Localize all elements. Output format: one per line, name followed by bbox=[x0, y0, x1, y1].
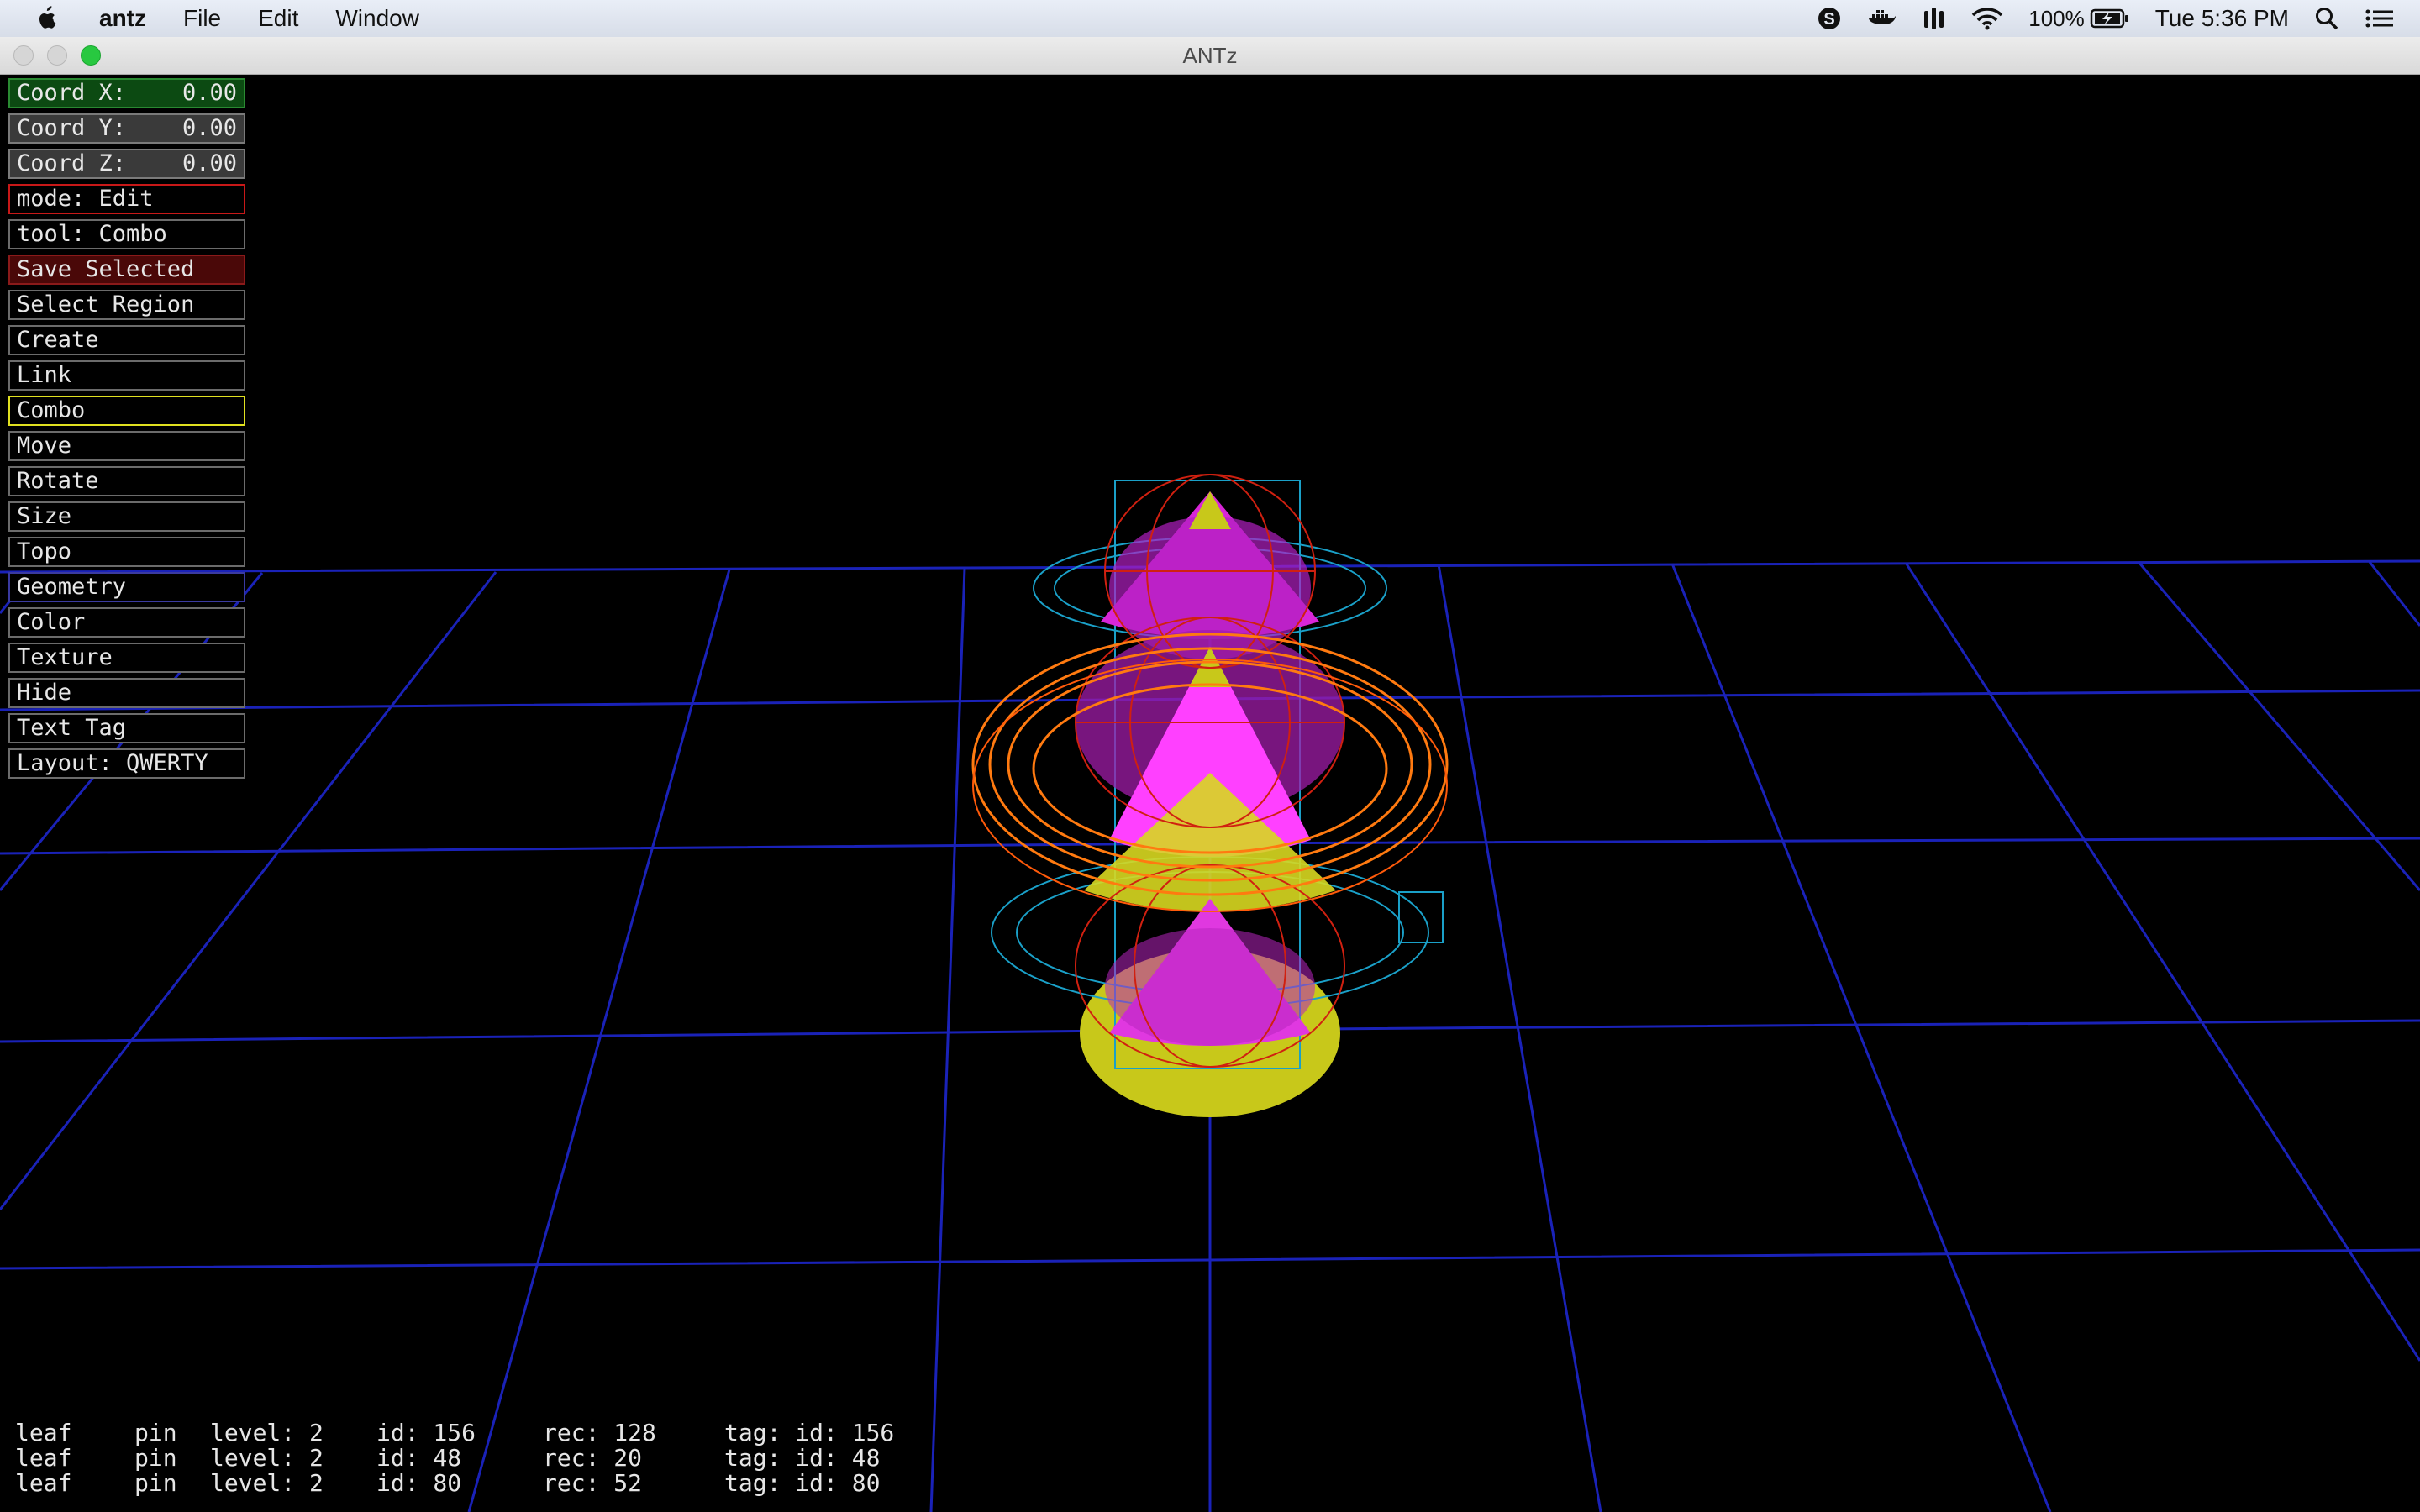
status-row: leaf pin level: 2 id: 48 rec: 20 tag: id… bbox=[15, 1444, 1023, 1472]
status-tag: tag: id: 80 bbox=[724, 1469, 881, 1497]
status-kind: pin bbox=[134, 1444, 177, 1472]
app-menu[interactable]: antz bbox=[99, 5, 146, 32]
color-button[interactable]: Color bbox=[8, 607, 245, 638]
scene-canvas[interactable] bbox=[0, 75, 2420, 1512]
hide-button[interactable]: Hide bbox=[8, 678, 245, 708]
status-row: leaf pin level: 2 id: 156 rec: 128 tag: … bbox=[15, 1419, 1023, 1446]
layout-button[interactable]: Layout: QWERTY bbox=[8, 748, 245, 779]
glyph-cluster[interactable] bbox=[971, 474, 1449, 1117]
clock[interactable]: Tue 5:36 PM bbox=[2155, 5, 2289, 32]
save-selected-button[interactable]: Save Selected bbox=[8, 255, 245, 285]
menu-window[interactable]: Window bbox=[335, 5, 419, 32]
move-button[interactable]: Move bbox=[8, 431, 245, 461]
window-titlebar: ANTz bbox=[0, 37, 2420, 75]
menu-bar: antz File Edit Window S 100% Tue 5:36 PM bbox=[0, 0, 2420, 38]
coord-y-label: Coord Y: bbox=[17, 115, 127, 141]
coord-x-value: 0.00 bbox=[182, 80, 237, 106]
mode-button[interactable]: mode: Edit bbox=[8, 184, 245, 214]
spotlight-icon[interactable] bbox=[2314, 6, 2339, 31]
status-kind: pin bbox=[134, 1419, 177, 1446]
notification-center-icon[interactable] bbox=[2365, 6, 2395, 31]
status-tag: tag: id: 48 bbox=[724, 1444, 881, 1472]
rotate-button[interactable]: Rotate bbox=[8, 466, 245, 496]
stats-icon[interactable] bbox=[1923, 6, 1946, 31]
coord-y-field[interactable]: Coord Y: 0.00 bbox=[8, 113, 245, 144]
status-type: leaf bbox=[15, 1469, 72, 1497]
status-rec: rec: 52 bbox=[543, 1469, 643, 1497]
create-button[interactable]: Create bbox=[8, 325, 245, 355]
wifi-icon[interactable] bbox=[1971, 6, 2003, 31]
selection-status: leaf pin level: 2 id: 156 rec: 128 tag: … bbox=[15, 1419, 1023, 1497]
status-id: id: 48 bbox=[376, 1444, 462, 1472]
window-title: ANTz bbox=[1182, 43, 1238, 68]
status-type: leaf bbox=[15, 1419, 72, 1446]
topo-button[interactable]: Topo bbox=[8, 537, 245, 567]
size-button[interactable]: Size bbox=[8, 501, 245, 532]
tool-button[interactable]: tool: Combo bbox=[8, 219, 245, 249]
docker-icon[interactable] bbox=[1867, 6, 1897, 31]
coord-x-field[interactable]: Coord X: 0.00 bbox=[8, 78, 245, 108]
status-type: leaf bbox=[15, 1444, 72, 1472]
svg-text:S: S bbox=[1824, 10, 1835, 29]
battery-icon[interactable] bbox=[2090, 8, 2130, 29]
geometry-button[interactable]: Geometry bbox=[8, 572, 245, 602]
combo-button[interactable]: Combo bbox=[8, 396, 245, 426]
coord-z-value: 0.00 bbox=[182, 150, 237, 176]
status-level: level: 2 bbox=[210, 1444, 324, 1472]
status-tag: tag: id: 156 bbox=[724, 1419, 895, 1446]
coord-y-value: 0.00 bbox=[182, 115, 237, 141]
3d-viewport[interactable]: Coord X: 0.00 Coord Y: 0.00 Coord Z: 0.0… bbox=[0, 75, 2420, 1512]
status-id: id: 156 bbox=[376, 1419, 476, 1446]
menu-edit[interactable]: Edit bbox=[258, 5, 298, 32]
status-id: id: 80 bbox=[376, 1469, 462, 1497]
coord-z-field[interactable]: Coord Z: 0.00 bbox=[8, 149, 245, 179]
status-level: level: 2 bbox=[210, 1419, 324, 1446]
status-rec: rec: 20 bbox=[543, 1444, 643, 1472]
skype-icon[interactable]: S bbox=[1817, 6, 1842, 31]
status-row: leaf pin level: 2 id: 80 rec: 52 tag: id… bbox=[15, 1469, 1023, 1497]
coord-z-label: Coord Z: bbox=[17, 150, 127, 176]
menu-file[interactable]: File bbox=[183, 5, 221, 32]
select-region-button[interactable]: Select Region bbox=[8, 290, 245, 320]
battery-percent: 100% bbox=[2028, 5, 2085, 31]
apple-icon[interactable] bbox=[35, 6, 57, 31]
text-tag-button[interactable]: Text Tag bbox=[8, 713, 245, 743]
texture-button[interactable]: Texture bbox=[8, 643, 245, 673]
status-level: level: 2 bbox=[210, 1469, 324, 1497]
status-kind: pin bbox=[134, 1469, 177, 1497]
status-rec: rec: 128 bbox=[543, 1419, 656, 1446]
coord-x-label: Coord X: bbox=[17, 80, 127, 106]
link-button[interactable]: Link bbox=[8, 360, 245, 391]
